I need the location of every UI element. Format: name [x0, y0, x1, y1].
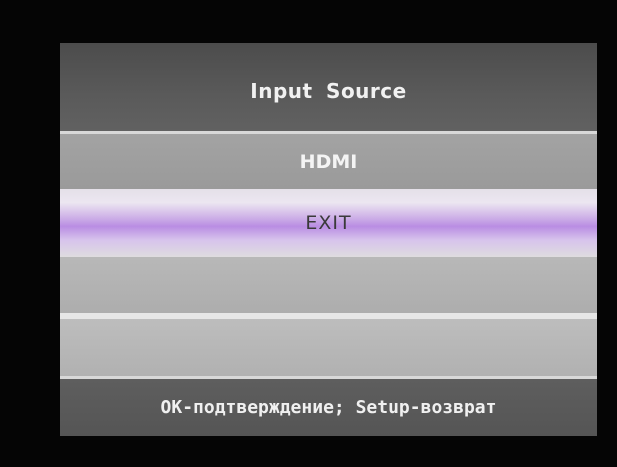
- menu-item-label: HDMI: [299, 150, 358, 173]
- menu-item-empty: [60, 319, 597, 376]
- menu-item-exit[interactable]: EXIT: [60, 189, 597, 257]
- osd-footer-bar: OK-подтверждение; Setup-возврат: [60, 379, 597, 436]
- osd-footer-hint: OK-подтверждение; Setup-возврат: [160, 397, 497, 418]
- menu-item-label: EXIT: [305, 212, 352, 234]
- menu-item-empty: [60, 257, 597, 313]
- osd-menu-panel: Input Source HDMI EXIT OK-подтверждение;…: [60, 43, 597, 436]
- menu-item-hdmi[interactable]: HDMI: [60, 134, 597, 189]
- osd-title-bar: Input Source: [60, 43, 597, 131]
- osd-title: Input Source: [250, 79, 407, 103]
